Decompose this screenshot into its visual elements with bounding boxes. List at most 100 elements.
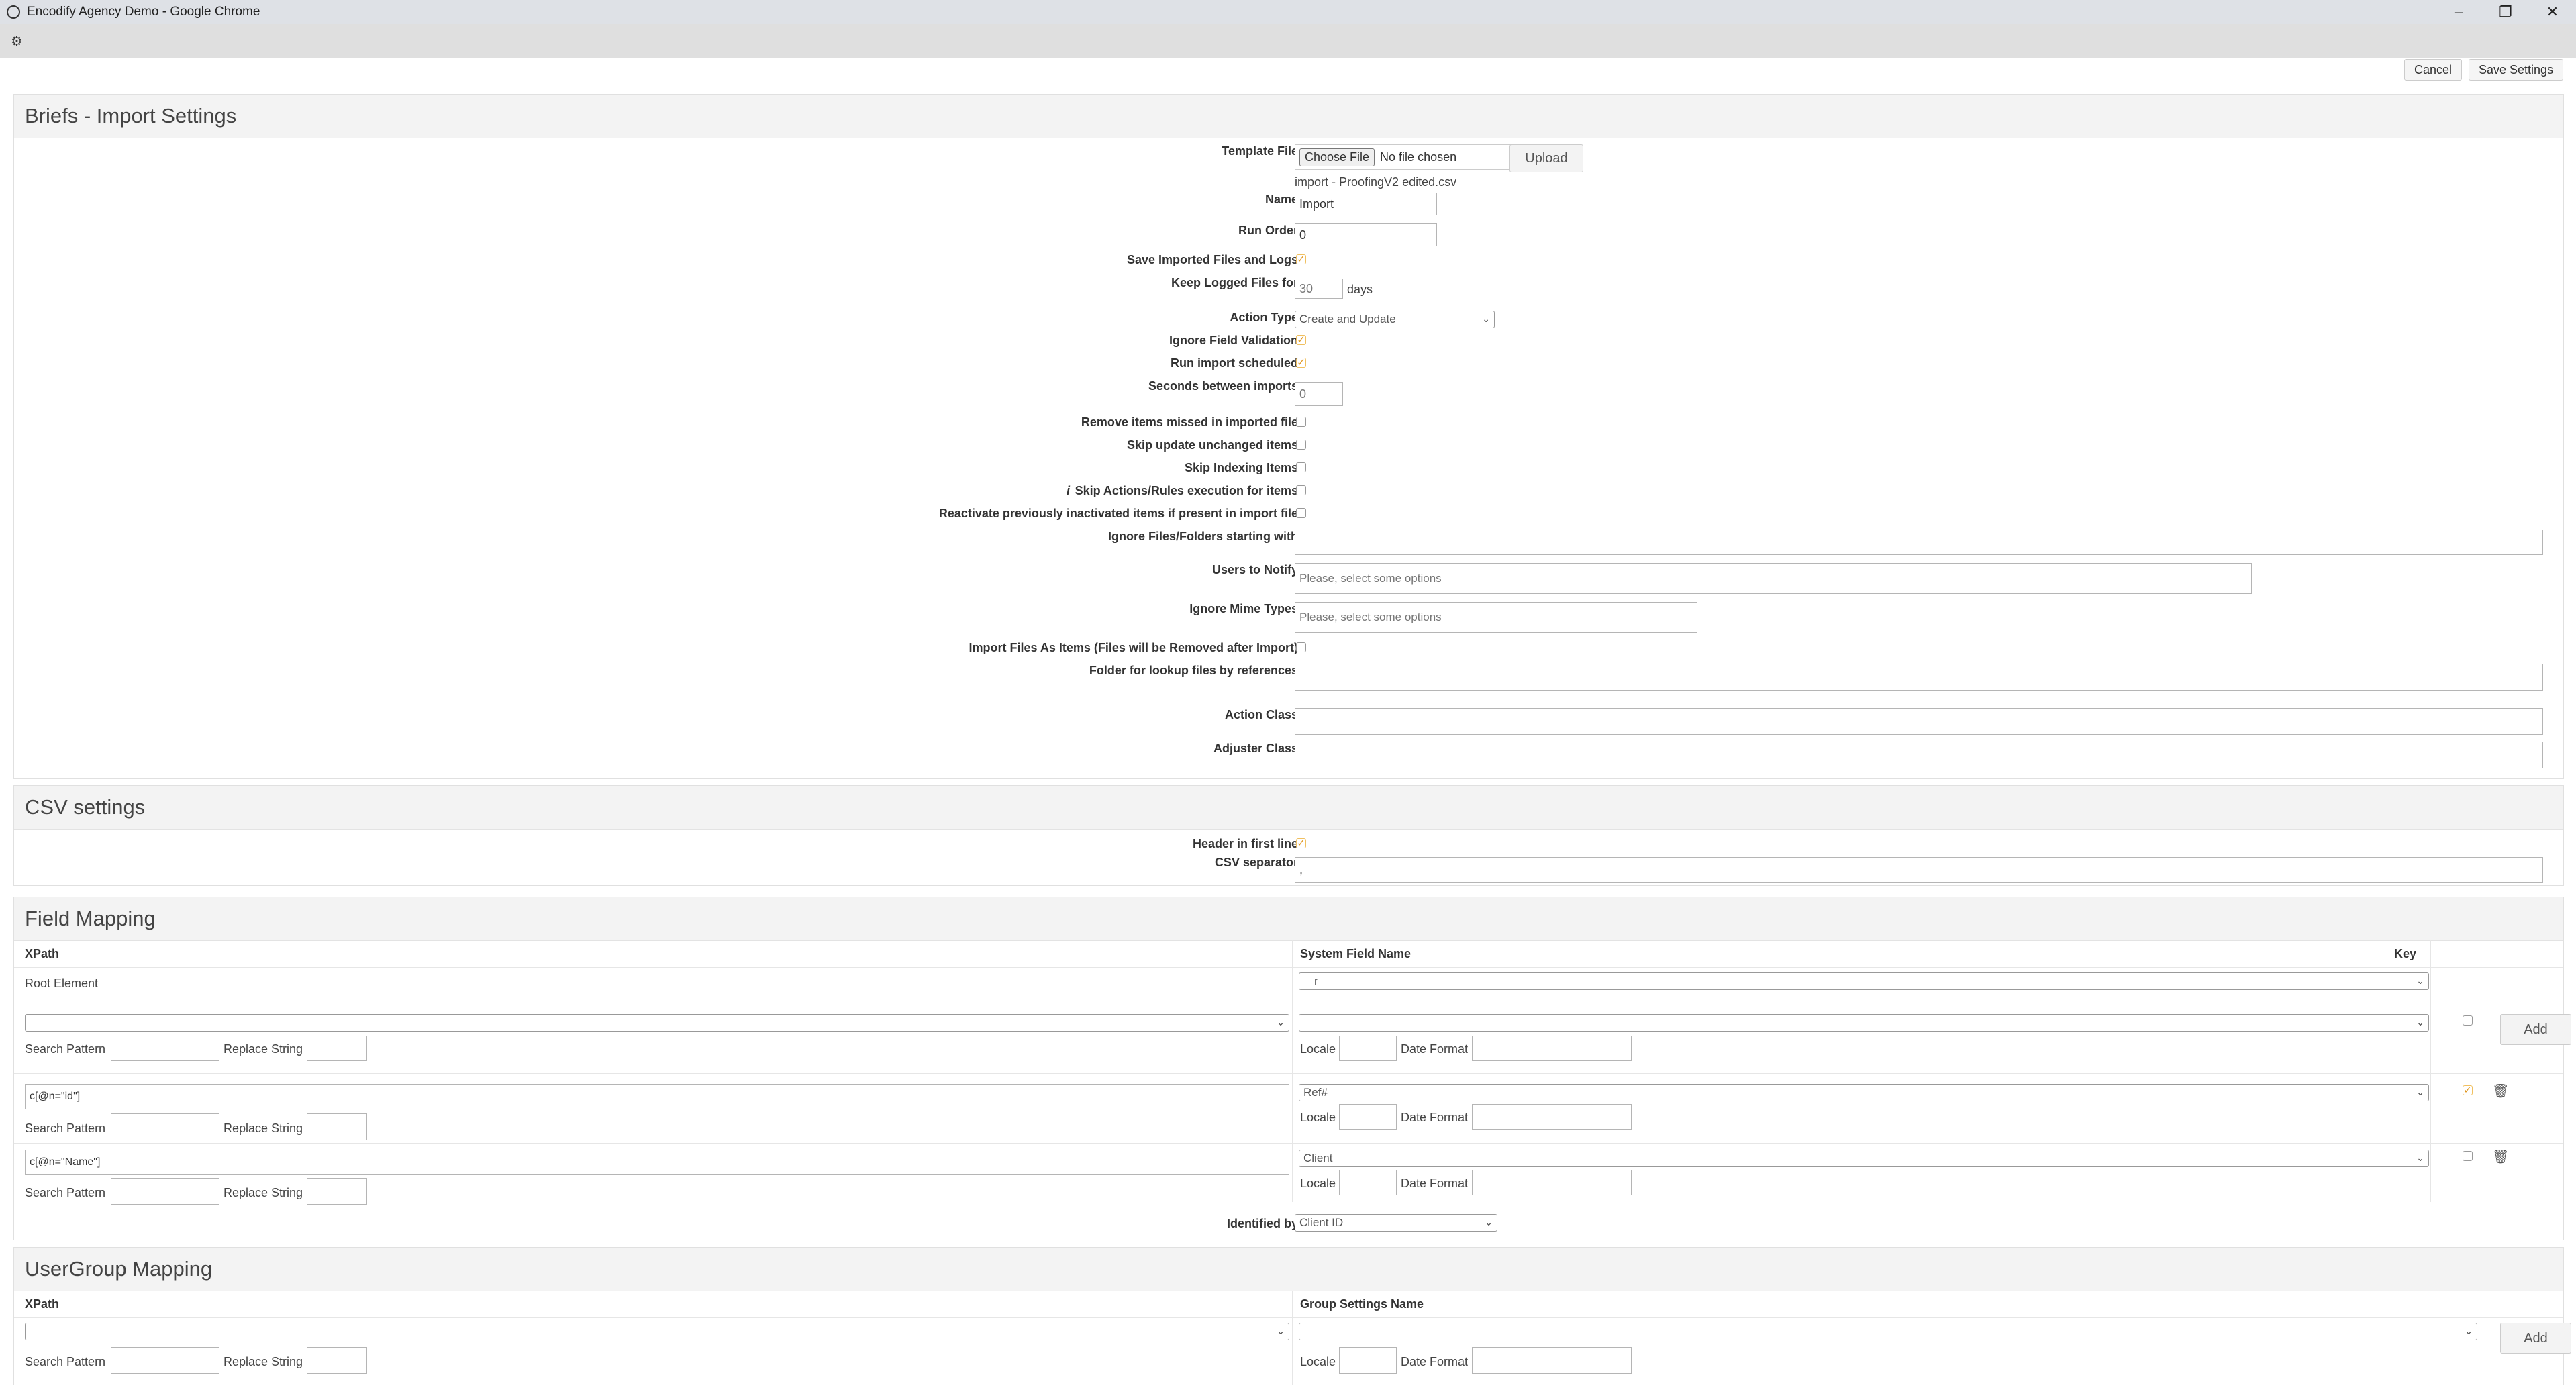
- col-system-field-header: System Field Name: [1300, 947, 1411, 960]
- minimize-icon[interactable]: –: [2435, 0, 2482, 24]
- ignore-files-input[interactable]: [1295, 530, 2543, 555]
- seconds-input[interactable]: 0: [1295, 382, 1343, 406]
- ug-add-button[interactable]: Add: [2500, 1323, 2571, 1354]
- current-file-name: import - ProofingV2 edited.csv: [1295, 175, 1457, 189]
- mapping-xpath-input[interactable]: c[@n="Name"]: [25, 1150, 1289, 1175]
- trash-icon[interactable]: 🗑: [2492, 1148, 2509, 1165]
- new-key-checkbox[interactable]: [2463, 1015, 2473, 1026]
- info-icon[interactable]: i: [1067, 484, 1070, 498]
- new-xpath-select[interactable]: ⌄: [25, 1014, 1289, 1032]
- ug-xpath-select[interactable]: ⌄: [25, 1323, 1289, 1340]
- date-format-label: Date Format: [1401, 1042, 1469, 1056]
- ignore-files-label: Ignore Files/Folders starting with: [1107, 530, 1298, 543]
- adjuster-class-input[interactable]: [1295, 742, 2543, 768]
- replace-string-input[interactable]: [307, 1178, 367, 1205]
- date-format-input[interactable]: [1472, 1104, 1632, 1130]
- action-type-select[interactable]: Create and Update ⌄: [1295, 311, 1495, 328]
- csv-separator-input[interactable]: ,: [1295, 857, 2543, 883]
- run-order-input[interactable]: 0: [1295, 223, 1437, 246]
- ug-replace-string-label: Replace String: [224, 1355, 303, 1368]
- import-settings-panel: Briefs - Import Settings Template File C…: [13, 94, 2564, 779]
- choose-file-button[interactable]: Choose File: [1299, 148, 1375, 166]
- replace-string-input[interactable]: [307, 1036, 367, 1061]
- run-scheduled-checkbox[interactable]: ✓: [1296, 358, 1306, 368]
- ug-replace-string-input[interactable]: [307, 1347, 367, 1374]
- users-notify-select[interactable]: Please, select some options: [1295, 563, 2252, 594]
- locale-input[interactable]: [1339, 1036, 1397, 1061]
- action-class-input[interactable]: [1295, 708, 2543, 735]
- action-type-value: Create and Update: [1299, 313, 1396, 326]
- mapping-xpath-input[interactable]: c[@n="id"]: [25, 1084, 1289, 1109]
- mapping-system-field-select[interactable]: Ref# ⌄: [1299, 1084, 2429, 1101]
- upload-button[interactable]: Upload: [1509, 144, 1583, 172]
- ignore-mime-select[interactable]: Please, select some options: [1295, 602, 1697, 633]
- window-title: Encodify Agency Demo - Google Chrome: [27, 5, 260, 19]
- skip-indexing-checkbox[interactable]: [1296, 462, 1306, 472]
- search-pattern-input[interactable]: [111, 1113, 219, 1140]
- root-element-select[interactable]: r ⌄: [1299, 972, 2429, 990]
- skip-unchanged-checkbox[interactable]: [1296, 440, 1306, 450]
- cancel-button[interactable]: Cancel: [2404, 59, 2463, 81]
- ignore-validation-checkbox[interactable]: ✓: [1296, 335, 1306, 345]
- window-titlebar: Encodify Agency Demo - Google Chrome – ❐…: [0, 0, 2576, 24]
- folder-lookup-input[interactable]: [1295, 664, 2543, 691]
- ug-locale-input[interactable]: [1339, 1347, 1397, 1374]
- keep-logged-input[interactable]: 30: [1295, 279, 1343, 299]
- file-input[interactable]: Choose File No file chosen: [1295, 144, 1514, 170]
- remove-missed-checkbox[interactable]: [1296, 417, 1306, 427]
- add-mapping-button[interactable]: Add: [2500, 1014, 2571, 1045]
- days-label: days: [1347, 283, 1373, 296]
- header-first-line-checkbox[interactable]: ✓: [1296, 838, 1306, 848]
- keep-logged-label: Keep Logged Files for: [1171, 276, 1298, 289]
- search-pattern-input[interactable]: [111, 1178, 219, 1205]
- trash-icon[interactable]: 🗑: [2492, 1083, 2509, 1099]
- identified-by-select[interactable]: Client ID ⌄: [1295, 1214, 1497, 1232]
- adjuster-class-label: Adjuster Class: [1213, 742, 1298, 755]
- ug-group-select[interactable]: ⌄: [1299, 1323, 2477, 1340]
- reactivate-label: Reactivate previously inactivated items …: [938, 507, 1298, 520]
- locale-label: Locale: [1300, 1111, 1336, 1124]
- name-label: Name: [1265, 193, 1298, 206]
- date-format-input[interactable]: [1472, 1036, 1632, 1061]
- skip-actions-checkbox[interactable]: [1296, 485, 1306, 495]
- mapping-system-field-value: Client: [1303, 1152, 1333, 1164]
- header-first-line-label: Header in first line: [1192, 837, 1298, 850]
- run-scheduled-label: Run import scheduled: [1170, 356, 1298, 370]
- mapping-key-checkbox[interactable]: ✓: [2463, 1085, 2473, 1095]
- save-imported-checkbox[interactable]: ✓: [1296, 254, 1306, 264]
- mapping-system-field-value: Ref#: [1303, 1086, 1328, 1099]
- field-mapping-title: Field Mapping: [14, 897, 2563, 941]
- locale-input[interactable]: [1339, 1170, 1397, 1195]
- field-mapping-panel: Field Mapping XPath System Field Name Ke…: [13, 897, 2571, 1240]
- root-element-label: Root Element: [25, 977, 99, 990]
- name-input[interactable]: Import: [1295, 193, 1437, 215]
- chevron-down-icon: ⌄: [2416, 975, 2424, 986]
- date-format-input[interactable]: [1472, 1170, 1632, 1195]
- no-file-text: No file chosen: [1380, 150, 1457, 164]
- ug-search-pattern-input[interactable]: [111, 1347, 219, 1374]
- search-pattern-input[interactable]: [111, 1036, 219, 1061]
- root-element-value: r: [1314, 974, 1318, 987]
- save-settings-button[interactable]: Save Settings: [2469, 59, 2564, 81]
- mapping-system-field-select[interactable]: Client ⌄: [1299, 1150, 2429, 1167]
- locale-label: Locale: [1300, 1177, 1336, 1190]
- chevron-down-icon: ⌄: [1277, 1017, 1285, 1028]
- close-icon[interactable]: ✕: [2529, 0, 2576, 24]
- new-system-field-select[interactable]: ⌄: [1299, 1014, 2429, 1032]
- ignore-mime-label: Ignore Mime Types: [1189, 602, 1298, 615]
- ug-col-group-header: Group Settings Name: [1300, 1297, 1424, 1311]
- locale-input[interactable]: [1339, 1104, 1397, 1130]
- reactivate-checkbox[interactable]: [1296, 508, 1306, 518]
- replace-string-input[interactable]: [307, 1113, 367, 1140]
- search-pattern-label: Search Pattern: [25, 1121, 106, 1135]
- import-files-checkbox[interactable]: [1296, 642, 1306, 652]
- mapping-key-checkbox[interactable]: [2463, 1151, 2473, 1161]
- ug-date-format-input[interactable]: [1472, 1347, 1632, 1374]
- chevron-down-icon: ⌄: [1482, 313, 1490, 324]
- restore-icon[interactable]: ❐: [2482, 0, 2529, 24]
- ug-locale-label: Locale: [1300, 1355, 1336, 1368]
- usergroup-mapping-title: UserGroup Mapping: [14, 1248, 2563, 1291]
- site-settings-icon[interactable]: ⚙: [5, 30, 28, 52]
- run-order-label: Run Order: [1238, 223, 1298, 237]
- identified-by-label: Identified by: [1226, 1217, 1298, 1230]
